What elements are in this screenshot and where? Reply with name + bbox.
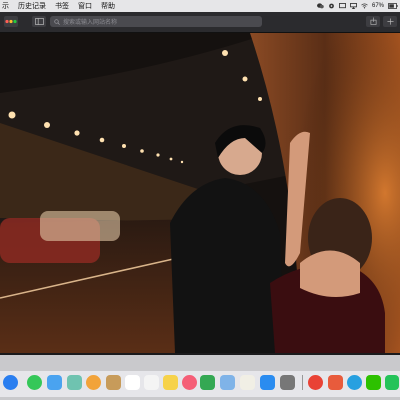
tunnel-scene <box>0 33 400 353</box>
reminders-icon[interactable] <box>144 375 159 390</box>
menu-item-bookmarks[interactable]: 书签 <box>55 1 69 11</box>
safari-icon[interactable] <box>3 375 18 390</box>
address-placeholder: 搜索或输入网站名称 <box>63 20 118 26</box>
share-icon <box>370 17 376 25</box>
wps-icon[interactable] <box>328 375 343 390</box>
menu-item-help[interactable]: 帮助 <box>101 1 115 11</box>
status-area: 67% <box>317 3 398 9</box>
battery-icon[interactable] <box>388 3 398 9</box>
menu-item-window[interactable]: 窗口 <box>78 1 92 11</box>
messages-icon[interactable] <box>27 375 42 390</box>
chrome-icon[interactable] <box>308 375 323 390</box>
browser-toolbar: 搜索或输入网站名称 <box>0 12 400 33</box>
photos-icon[interactable] <box>67 375 82 390</box>
traffic-lights <box>4 16 18 27</box>
sidebar-icon <box>34 18 44 25</box>
dock-separator <box>302 375 303 390</box>
notes-icon[interactable] <box>106 375 121 390</box>
wechat-icon[interactable] <box>317 3 324 9</box>
keynote-icon[interactable] <box>220 375 235 390</box>
calendar-icon[interactable] <box>125 375 140 390</box>
colorsync-icon[interactable] <box>86 375 101 390</box>
numbers-icon[interactable] <box>200 375 215 390</box>
sidebar-button[interactable] <box>32 16 46 27</box>
music-icon[interactable] <box>182 375 197 390</box>
share-button[interactable] <box>366 16 380 27</box>
plus-icon <box>386 18 394 25</box>
finder-icon[interactable] <box>47 375 62 390</box>
search-icon <box>54 18 60 25</box>
preview-icon[interactable] <box>240 375 255 390</box>
wifi-icon[interactable] <box>361 3 368 9</box>
menu-item-history[interactable]: 历史记录 <box>18 1 46 11</box>
address-bar[interactable]: 搜索或输入网站名称 <box>50 16 262 27</box>
messenger-icon[interactable] <box>385 375 399 390</box>
night-tunnel-photo <box>0 33 400 353</box>
pages-icon[interactable] <box>163 375 178 390</box>
menu-bar: 示 历史记录 书签 窗口 帮助 67% <box>0 0 400 12</box>
system-preferences-icon[interactable] <box>280 375 295 390</box>
battery-percentage: 67% <box>371 3 384 9</box>
wechat-icon[interactable] <box>366 375 381 390</box>
airplay-icon[interactable] <box>350 3 357 9</box>
new-tab-button[interactable] <box>383 16 397 27</box>
app-store-icon[interactable] <box>260 375 275 390</box>
gear-icon[interactable] <box>328 3 335 9</box>
menu-item-view[interactable]: 示 <box>2 1 9 11</box>
dock <box>0 355 400 400</box>
qq-icon[interactable] <box>347 375 362 390</box>
screen-mirror-icon[interactable] <box>339 3 346 9</box>
